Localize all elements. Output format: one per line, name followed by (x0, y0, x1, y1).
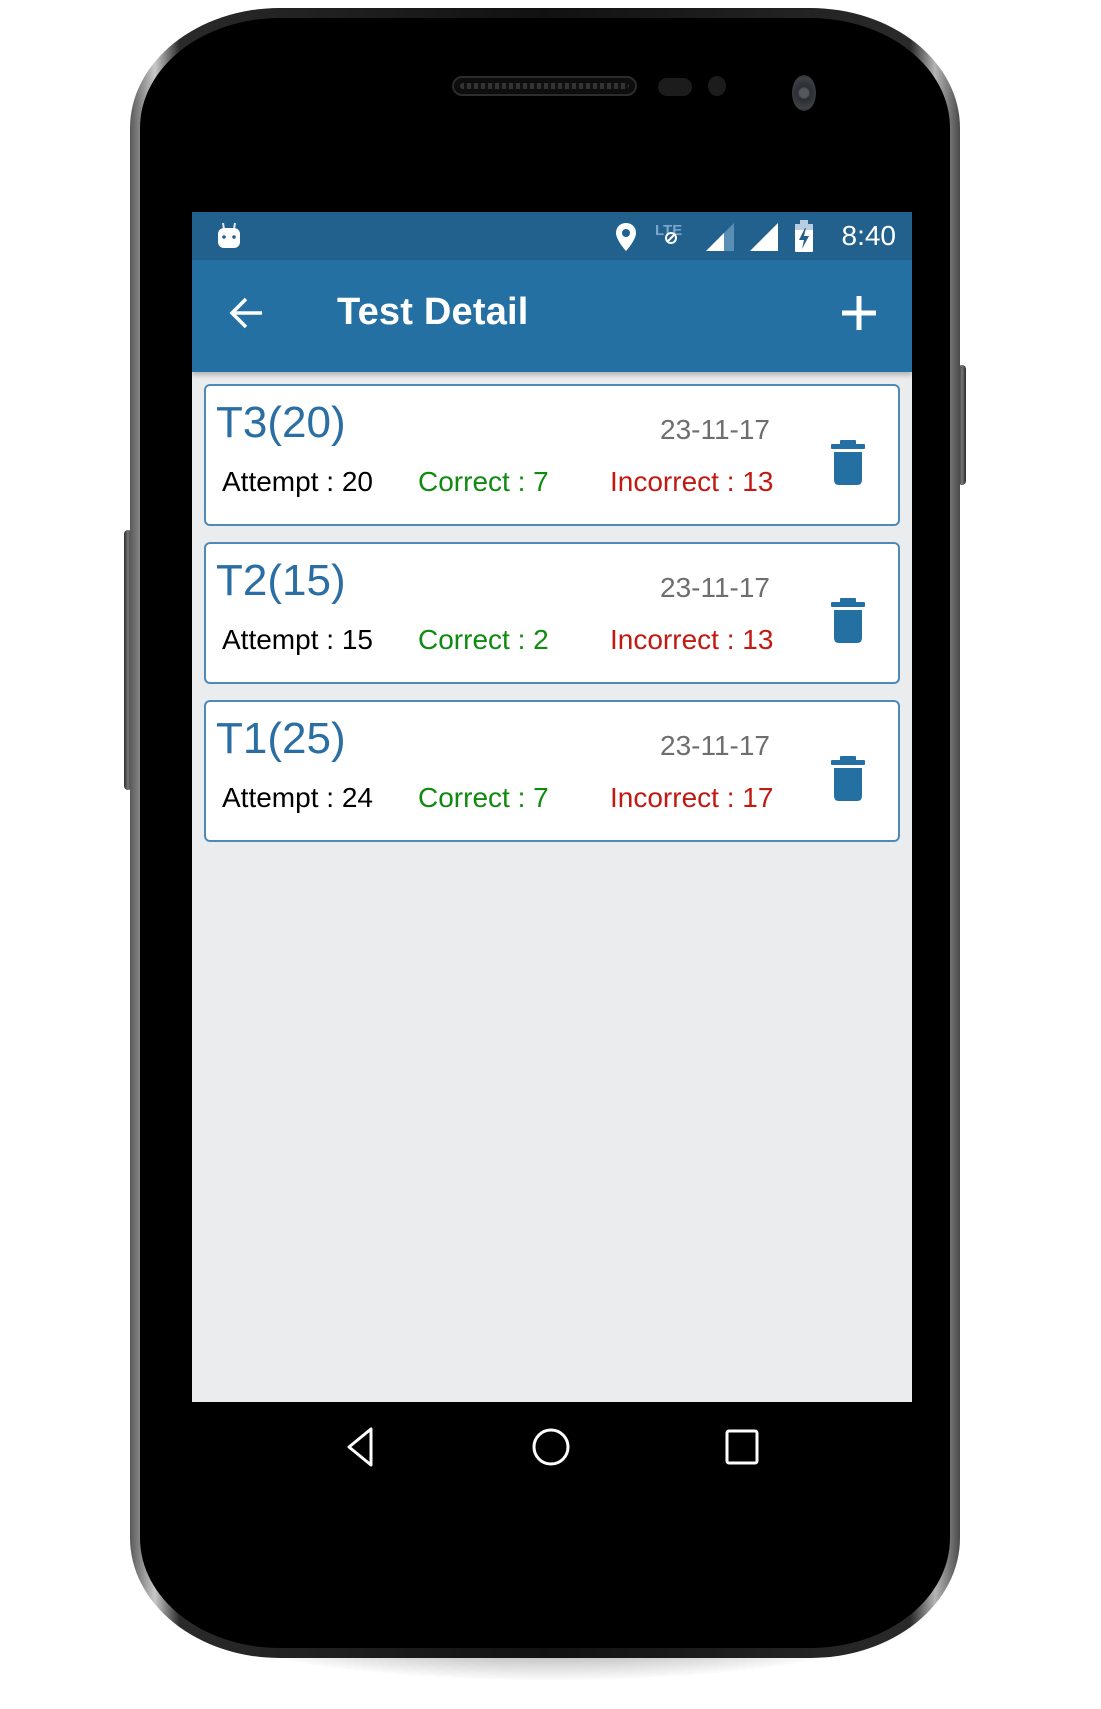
android-notification-icon (218, 222, 240, 248)
test-name: T2(15) (216, 556, 346, 605)
svg-text:LTE: LTE (655, 222, 682, 239)
app-screen: LTE 8:40 Test Detail T3(20) 23-11-17 Att… (192, 212, 912, 1490)
test-date: 23-11-17 (660, 572, 771, 603)
test-card[interactable]: T1(25) 23-11-17 Attempt : 24 Correct : 7… (204, 700, 900, 842)
incorrect-count: Incorrect : 13 (610, 466, 774, 497)
delete-button[interactable] (828, 596, 868, 646)
recents-square-icon (725, 1429, 759, 1465)
proximity-sensor (658, 78, 692, 96)
front-camera (792, 75, 816, 111)
signal-icon (706, 223, 734, 251)
correct-count: Correct : 2 (418, 624, 549, 655)
lte-no-data-icon: LTE (655, 222, 682, 244)
nav-recents-button[interactable] (717, 1422, 767, 1472)
app-bar: Test Detail (192, 260, 912, 372)
trash-icon (831, 440, 865, 485)
delete-button[interactable] (828, 754, 868, 804)
test-name: T3(20) (216, 398, 346, 447)
correct-count: Correct : 7 (418, 466, 549, 497)
attempt-count: Attempt : 20 (222, 466, 373, 497)
earpiece-speaker (452, 76, 637, 96)
test-date: 23-11-17 (660, 414, 771, 445)
home-circle-icon (532, 1428, 570, 1466)
status-bar: LTE 8:40 (192, 212, 912, 260)
attempt-count: Attempt : 15 (222, 624, 373, 655)
nav-back-button[interactable] (337, 1422, 387, 1472)
delete-button[interactable] (828, 438, 868, 488)
incorrect-count: Incorrect : 17 (610, 782, 774, 813)
plus-icon (842, 296, 876, 330)
test-card[interactable]: T2(15) 23-11-17 Attempt : 15 Correct : 2… (204, 542, 900, 684)
correct-count: Correct : 7 (418, 782, 549, 813)
status-time: 8:40 (841, 220, 897, 251)
test-date: 23-11-17 (660, 730, 771, 761)
test-card[interactable]: T3(20) 23-11-17 Attempt : 20 Correct : 7… (204, 384, 900, 526)
arrow-left-icon (229, 297, 262, 329)
attempt-count: Attempt : 24 (222, 782, 373, 813)
trash-icon (831, 756, 865, 801)
light-sensor (708, 76, 726, 96)
back-triangle-icon (347, 1427, 373, 1467)
signal-full-icon (750, 223, 778, 251)
test-list: T3(20) 23-11-17 Attempt : 20 Correct : 7… (204, 384, 900, 858)
location-icon (616, 223, 636, 251)
add-test-button[interactable] (834, 288, 884, 338)
battery-charging-icon (795, 220, 813, 252)
nav-home-button[interactable] (526, 1422, 576, 1472)
test-name: T1(25) (216, 714, 346, 763)
page-title: Test Detail (337, 291, 529, 333)
trash-icon (831, 598, 865, 643)
system-nav-bar (192, 1402, 912, 1490)
incorrect-count: Incorrect : 13 (610, 624, 774, 655)
back-button[interactable] (222, 288, 272, 338)
